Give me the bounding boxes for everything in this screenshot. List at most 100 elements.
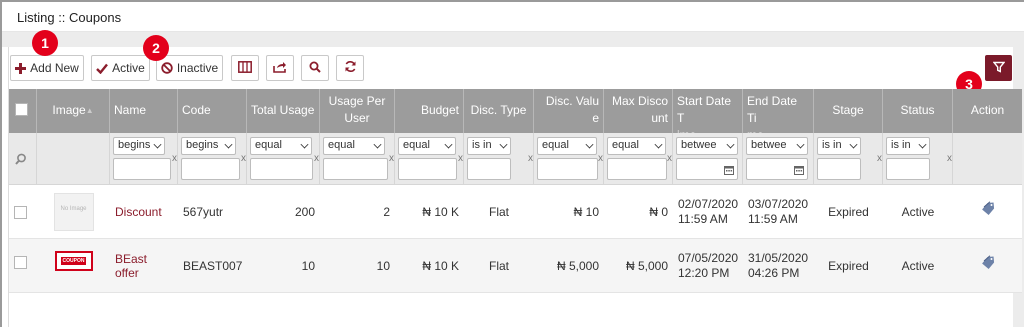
filter-budget-operator-value: equal (403, 139, 430, 151)
filter-code-cell: begins x (178, 133, 247, 185)
filter-usage-per-user-operator[interactable]: equal (323, 137, 385, 155)
filter-status-cell: is in x (883, 133, 953, 185)
callout-badge-2: 2 (143, 35, 169, 61)
header-usage-per-user[interactable]: Usage Per User (320, 89, 395, 133)
filter-status-clear[interactable]: x (947, 153, 952, 164)
filter-max-discount-input[interactable] (607, 158, 667, 180)
header-action-label: Action (970, 103, 1005, 117)
coupon-thumbnail: COUPON (54, 251, 93, 271)
header-end-date[interactable]: End Date Time (743, 89, 814, 133)
filter-stage-cell: is in x (814, 133, 883, 185)
header-budget[interactable]: Budget (395, 89, 464, 133)
chevron-down-icon (224, 140, 233, 149)
header-stage-label: Stage (832, 103, 864, 117)
filter-stage-operator[interactable]: is in (817, 137, 861, 155)
inactive-button[interactable]: Inactive (156, 55, 223, 81)
header-name[interactable]: Name (110, 89, 178, 133)
end-date: 03/07/2020 (748, 197, 809, 211)
filter-budget-operator[interactable]: equal (398, 137, 456, 155)
row-action-cell (953, 185, 1022, 239)
header-disc-type[interactable]: Disc. Type (464, 89, 534, 133)
start-time: 11:59 AM (678, 212, 728, 226)
filter-code-input[interactable] (181, 158, 240, 180)
chevron-down-icon (585, 140, 594, 149)
header-image[interactable]: Image▲ (37, 89, 110, 133)
filter-max-discount-operator[interactable]: equal (607, 137, 666, 155)
header-total-usage[interactable]: Total Usage (247, 89, 320, 133)
filter-disc-type-input[interactable] (467, 158, 511, 180)
filter-name-operator[interactable]: begins (113, 137, 165, 155)
row-end-date-cell: 03/07/2020 11:59 AM (743, 185, 814, 239)
add-new-button[interactable]: Add New (10, 55, 84, 81)
export-button[interactable] (266, 55, 294, 81)
filter-start-date-cell: betwee (673, 133, 743, 185)
calendar-icon[interactable] (794, 164, 804, 178)
header-status[interactable]: Status (883, 89, 953, 133)
search-button[interactable] (301, 55, 329, 81)
filter-budget-clear[interactable]: x (458, 153, 463, 164)
row-checkbox[interactable] (14, 205, 27, 219)
filter-disc-value-operator[interactable]: equal (537, 137, 597, 155)
table-row[interactable]: COUPON BEast offer BEAST007 10 10 ₦ 10 K… (9, 239, 1022, 293)
filter-usage-per-user-operator-value: equal (328, 139, 355, 151)
header-code-label: Code (182, 103, 211, 117)
filter-disc-value-input[interactable] (537, 158, 598, 180)
filter-total-usage-input[interactable] (250, 158, 313, 180)
filter-budget-input[interactable] (398, 158, 457, 180)
filter-code-clear[interactable]: x (241, 153, 246, 164)
header-code[interactable]: Code (178, 89, 247, 133)
filter-end-date-operator-value: betwee (751, 139, 787, 151)
end-time: 04:26 PM (748, 266, 800, 280)
calendar-icon[interactable] (724, 164, 734, 178)
row-checkbox[interactable] (14, 255, 27, 269)
filter-status-operator[interactable]: is in (886, 137, 930, 155)
filter-status-input[interactable] (886, 158, 930, 180)
table-row[interactable]: No Image Discount 567yutr 200 2 ₦ 10 K F… (9, 185, 1022, 239)
chevron-down-icon (444, 140, 453, 149)
filter-disc-value-operator-value: equal (542, 139, 569, 151)
filter-disc-type-cell: is in x (464, 133, 534, 185)
coupon-name-link[interactable]: Discount (115, 205, 162, 219)
filter-start-date-operator[interactable]: betwee (676, 137, 738, 155)
filter-max-discount-operator-value: equal (612, 139, 639, 151)
coupon-edit-icon[interactable] (980, 254, 996, 272)
export-icon (273, 61, 287, 76)
filter-disc-type-clear[interactable]: x (528, 153, 533, 164)
filter-disc-type-operator[interactable]: is in (467, 137, 511, 155)
filter-usage-per-user-clear[interactable]: x (389, 153, 394, 164)
filter-stage-input[interactable] (817, 158, 861, 180)
row-end-date-cell: 31/05/2020 04:26 PM (743, 239, 814, 293)
row-total-usage-cell: 200 (294, 205, 315, 219)
header-start-date[interactable]: Start Date Time (673, 89, 743, 133)
row-name-cell: BEast offer (110, 239, 178, 293)
filter-total-usage-clear[interactable]: x (314, 153, 319, 164)
chevron-down-icon (796, 140, 805, 149)
filter-end-date-operator[interactable]: betwee (746, 137, 808, 155)
select-all-checkbox[interactable] (15, 103, 28, 116)
filter-usage-per-user-input[interactable] (323, 158, 388, 180)
header-stage[interactable]: Stage (814, 89, 883, 133)
filter-toggle-button[interactable] (985, 55, 1012, 81)
row-disc-type-cell: Flat (488, 259, 509, 273)
filter-max-discount-clear[interactable]: x (667, 153, 672, 164)
filter-code-operator[interactable]: begins (181, 137, 236, 155)
coupon-name-link[interactable]: BEast offer (115, 252, 173, 280)
filter-action-cell (953, 133, 1022, 185)
filter-name-input[interactable] (113, 158, 171, 180)
header-disc-value[interactable]: Disc. Valu e (534, 89, 604, 133)
filter-name-clear[interactable]: x (172, 153, 177, 164)
coupon-edit-icon[interactable] (980, 200, 996, 218)
header-usage-per-user-line2: User (344, 111, 370, 125)
active-button[interactable]: Active (91, 55, 150, 81)
filter-disc-value-clear[interactable]: x (598, 153, 603, 164)
filter-stage-operator-value: is in (822, 139, 842, 151)
columns-button[interactable] (231, 55, 259, 81)
filter-total-usage-operator[interactable]: equal (250, 137, 312, 155)
header-status-label: Status (900, 103, 935, 117)
filter-end-date-input[interactable] (746, 158, 808, 180)
header-disc-value-line1: Disc. Valu (545, 94, 599, 108)
filter-stage-clear[interactable]: x (877, 153, 882, 164)
header-max-discount[interactable]: Max Disco unt (604, 89, 673, 133)
refresh-button[interactable] (336, 55, 364, 81)
filter-start-date-input[interactable] (676, 158, 738, 180)
